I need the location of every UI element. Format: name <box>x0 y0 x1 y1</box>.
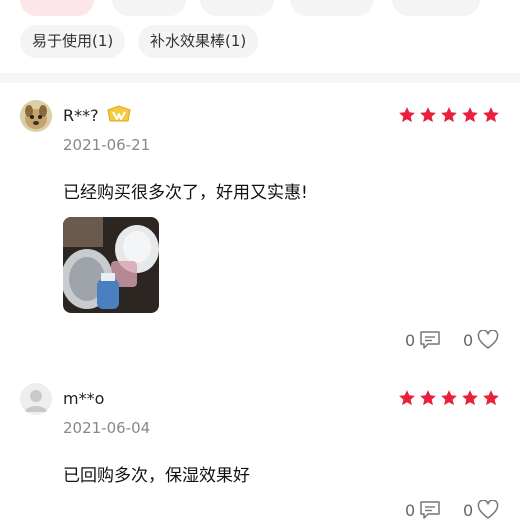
review-date: 2021-06-04 <box>63 419 151 437</box>
comment-icon <box>420 501 440 519</box>
comment-button[interactable]: 0 <box>405 330 441 350</box>
star-icon <box>420 107 436 123</box>
reviewer-name: m**o <box>63 389 105 408</box>
rating-stars <box>398 389 500 407</box>
comment-count: 0 <box>405 330 416 350</box>
heart-icon <box>477 330 499 349</box>
heart-icon <box>477 500 499 519</box>
like-button[interactable]: 0 <box>463 330 499 350</box>
star-icon <box>399 390 415 406</box>
star-icon <box>441 390 457 406</box>
filter-tag-active[interactable] <box>20 0 94 16</box>
comment-button[interactable]: 0 <box>405 500 441 520</box>
filter-tag-hydration[interactable]: 补水效果棒(1) <box>138 25 259 58</box>
reviewer-name: R**? <box>63 106 99 125</box>
rating-stars <box>398 106 500 124</box>
dog-avatar[interactable] <box>20 100 52 132</box>
filter-tags-row-1 <box>0 0 520 23</box>
comment-count: 0 <box>405 500 416 520</box>
section-divider <box>0 73 520 83</box>
filter-tags-row-2: 易于使用(1) 补水效果棒(1) <box>0 25 520 65</box>
like-count: 0 <box>463 500 474 520</box>
filter-tag[interactable] <box>200 0 274 16</box>
review-text: 已经购买很多次了，好用又实惠! <box>63 183 308 203</box>
star-icon <box>462 390 478 406</box>
star-icon <box>483 390 499 406</box>
filter-tag[interactable] <box>392 0 480 16</box>
review-date: 2021-06-21 <box>63 136 151 154</box>
vip-badge-icon <box>106 105 132 125</box>
star-icon <box>483 107 499 123</box>
default-user-avatar[interactable] <box>20 383 52 415</box>
filter-tag[interactable] <box>112 0 186 16</box>
star-icon <box>420 390 436 406</box>
review-text: 已回购多次，保湿效果好 <box>63 466 250 486</box>
filter-tag-easy-to-use[interactable]: 易于使用(1) <box>20 25 126 58</box>
star-icon <box>399 107 415 123</box>
like-count: 0 <box>463 330 474 350</box>
star-icon <box>441 107 457 123</box>
star-icon <box>462 107 478 123</box>
like-button[interactable]: 0 <box>463 500 499 520</box>
filter-tag[interactable] <box>290 0 374 16</box>
comment-icon <box>420 331 440 349</box>
review-photo[interactable] <box>63 217 159 313</box>
